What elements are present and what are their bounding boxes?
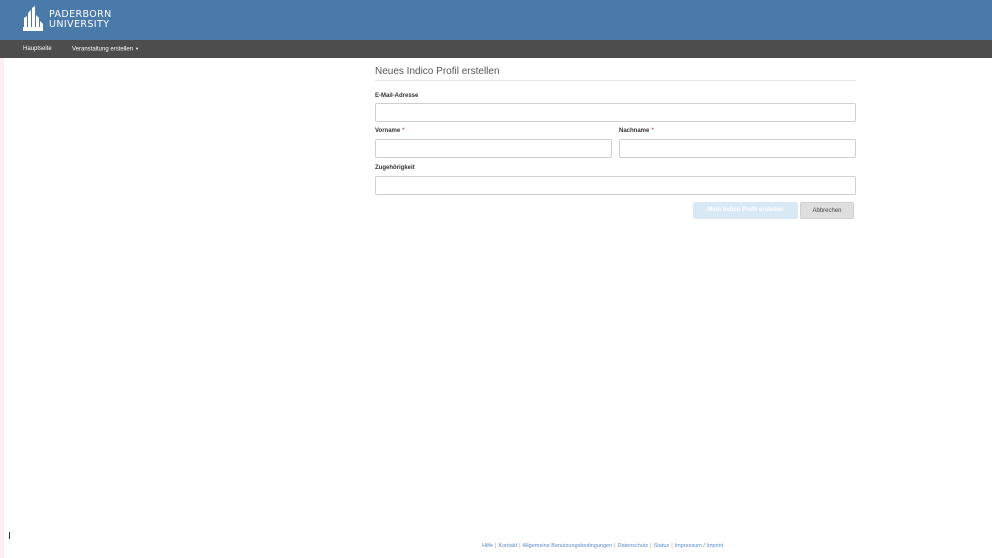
footer-link-kontakt[interactable]: Kontakt <box>498 543 517 549</box>
nav-item-label: Veranstaltung erstellen <box>72 46 134 53</box>
footer-link-hilfe[interactable]: Hilfe <box>482 543 493 549</box>
page-title: Neues Indico Profil erstellen <box>375 66 856 81</box>
main-navbar: Hauptseite Veranstaltung erstellen ▼ <box>0 40 992 58</box>
page-left-edge <box>0 0 4 558</box>
cancel-button[interactable]: Abbrechen <box>800 202 854 219</box>
firstname-label: Vorname * <box>375 128 405 134</box>
affiliation-field[interactable] <box>375 176 856 195</box>
footer-link-status[interactable]: Status <box>654 543 670 549</box>
email-field[interactable] <box>375 103 856 122</box>
lastname-label: Nachname * <box>619 128 654 134</box>
affiliation-label: Zugehörigkeit <box>375 165 415 171</box>
footer-separator: | <box>614 543 616 549</box>
footer-link-datenschutz[interactable]: Datenschutz <box>618 543 649 549</box>
logo-line1: PADERBORN <box>49 8 112 20</box>
email-label: E-Mail-Adresse <box>375 93 419 99</box>
footer-link-agb[interactable]: Allgemeine Benutzungsbedingungen <box>523 543 613 549</box>
firstname-field[interactable] <box>375 139 612 158</box>
create-profile-form: Neues Indico Profil erstellen E-Mail-Adr… <box>375 66 856 219</box>
logo-line2: UNIVERSITY <box>49 18 110 30</box>
caret-down-icon: ▼ <box>135 46 140 51</box>
top-header: PADERBORN UNIVERSITY <box>0 0 992 40</box>
university-logo[interactable]: PADERBORN UNIVERSITY <box>22 4 112 35</box>
create-profile-button[interactable]: Mein Indico Profil erstellen <box>693 202 798 219</box>
paderborn-university-logo-icon <box>23 6 43 31</box>
nav-item-hauptseite[interactable]: Hauptseite <box>23 40 52 58</box>
lastname-label-text: Nachname <box>619 128 650 134</box>
lastname-field[interactable] <box>619 139 856 158</box>
logo-text: PADERBORN UNIVERSITY <box>49 8 112 30</box>
required-marker: * <box>651 128 654 134</box>
footer-link-impressum[interactable]: Impressum / Imprint <box>675 543 724 549</box>
footer-separator: | <box>671 543 673 549</box>
nav-item-label: Hauptseite <box>23 46 52 52</box>
footer-links: Hilfe | Kontakt | Allgemeine Benutzungsbedin… <box>482 543 723 549</box>
required-marker: * <box>402 128 405 134</box>
footer-separator: | <box>519 543 521 549</box>
footer-separator: | <box>650 543 652 549</box>
text-cursor <box>9 532 10 539</box>
nav-item-veranstaltung-erstellen[interactable]: Veranstaltung erstellen ▼ <box>72 40 139 58</box>
footer-separator: | <box>495 543 497 549</box>
firstname-label-text: Vorname <box>375 128 401 134</box>
